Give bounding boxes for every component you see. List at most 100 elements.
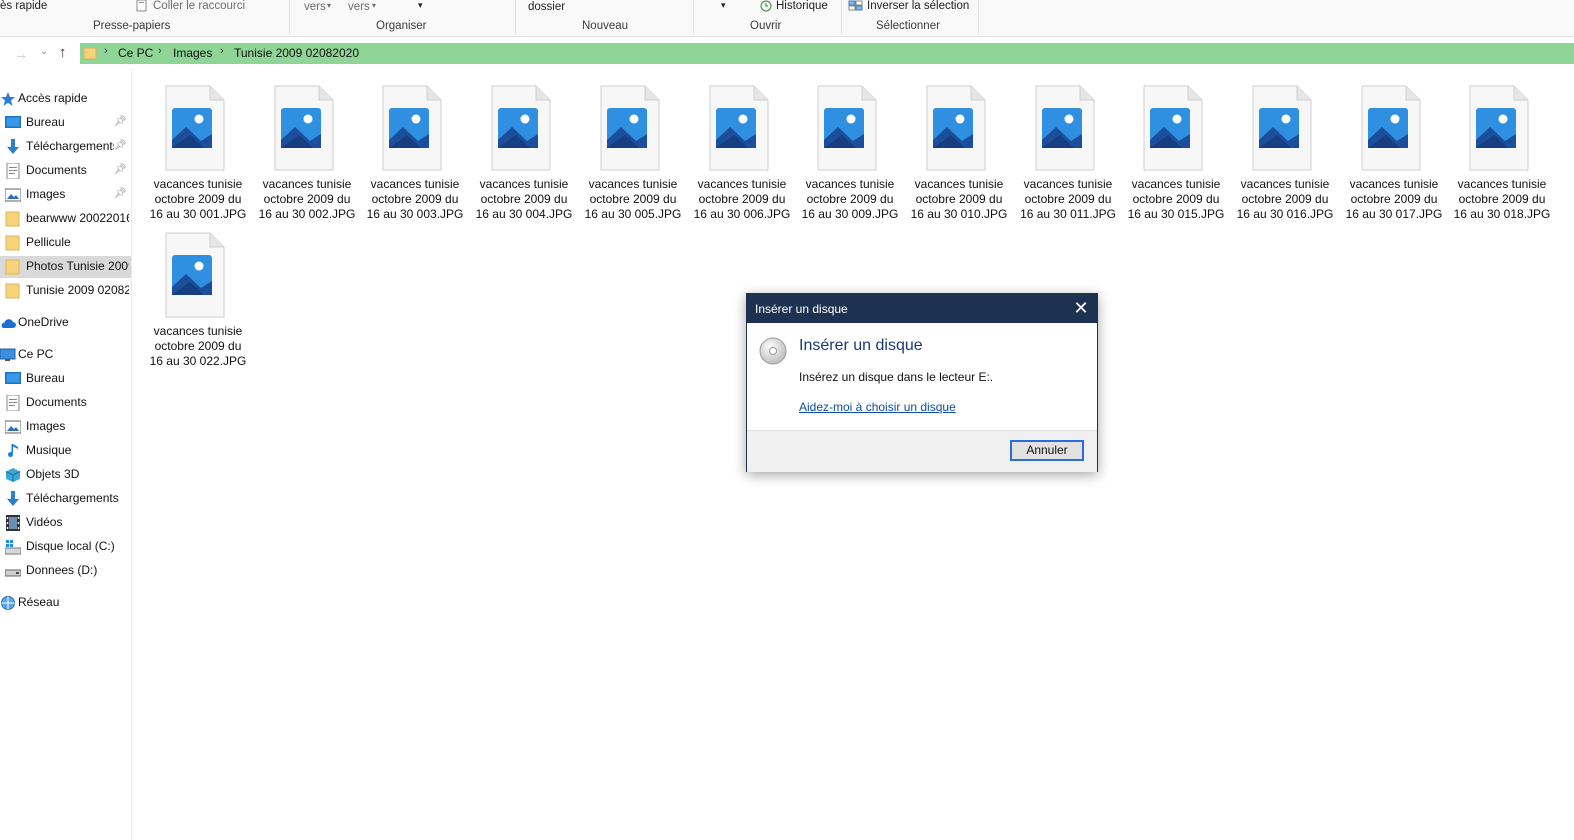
folder-icon xyxy=(84,47,97,60)
paste-shortcut-button[interactable]: Coller le raccourci xyxy=(153,0,245,12)
new-folder-button[interactable]: dossier xyxy=(528,1,565,13)
image-file-icon xyxy=(382,85,442,171)
quick-access-button[interactable]: ès rapide xyxy=(0,0,47,12)
file-name: vacances tunisie octobre 2009 du 16 au 3… xyxy=(258,177,356,221)
file-item[interactable]: vacances tunisie octobre 2009 du 16 au 3… xyxy=(800,85,900,225)
file-item[interactable]: vacances tunisie octobre 2009 du 16 au 3… xyxy=(1452,85,1552,225)
file-item[interactable]: vacances tunisie octobre 2009 du 16 au 3… xyxy=(1018,85,1118,225)
move-to-button[interactable]: vers xyxy=(304,1,326,13)
sidebar-item-images-pinned[interactable]: Images 📌︎ xyxy=(0,184,131,206)
image-file-icon xyxy=(817,85,877,171)
ribbon-divider xyxy=(515,0,516,34)
file-item[interactable]: vacances tunisie octobre 2009 du 16 au 3… xyxy=(692,85,792,225)
disc-icon xyxy=(759,337,787,365)
chevron-right-icon[interactable]: › xyxy=(158,45,162,57)
file-item[interactable]: vacances tunisie octobre 2009 du 16 au 3… xyxy=(1126,85,1226,225)
sidebar-item-folder-pellicule[interactable]: Pellicule xyxy=(0,232,131,254)
breadcrumb-images[interactable]: Images xyxy=(173,46,212,60)
sidebar-item-telechargements-pinned[interactable]: Téléchargements 📌︎ xyxy=(0,136,131,158)
chevron-down-icon[interactable]: ▾ xyxy=(721,0,726,11)
sidebar-item-quick-access[interactable]: Accès rapide xyxy=(0,88,131,110)
forward-arrow-icon[interactable]: → xyxy=(14,46,28,62)
invert-selection-button[interactable]: Inverser la sélection xyxy=(867,0,969,12)
sidebar-item-onedrive[interactable]: OneDrive xyxy=(0,312,131,334)
windows-drive-icon xyxy=(5,540,21,555)
file-name: vacances tunisie octobre 2009 du 16 au 3… xyxy=(1453,177,1551,221)
sidebar-item-label: Musique xyxy=(26,443,72,457)
sidebar-item-label: Documents xyxy=(26,163,87,177)
image-file-icon xyxy=(600,85,660,171)
image-file-icon xyxy=(709,85,769,171)
file-name: vacances tunisie octobre 2009 du 16 au 3… xyxy=(910,177,1008,221)
download-icon xyxy=(7,139,19,154)
sidebar-item-folder-tunisie-2009[interactable]: Tunisie 2009 02082020 xyxy=(0,280,131,302)
recent-locations-chevron-icon[interactable]: ⌄ xyxy=(40,46,48,57)
sidebar-item-label: Photos Tunisie 2009 xyxy=(26,259,129,273)
copy-to-button[interactable]: vers xyxy=(348,1,370,13)
close-icon[interactable]: ✕ xyxy=(1065,294,1097,323)
image-file-icon xyxy=(1361,85,1421,171)
sidebar-item-reseau[interactable]: Réseau xyxy=(0,592,131,614)
file-name: vacances tunisie octobre 2009 du 16 au 3… xyxy=(475,177,573,221)
file-name: vacances tunisie octobre 2009 du 16 au 3… xyxy=(693,177,791,221)
chevron-right-icon[interactable]: › xyxy=(220,45,224,57)
file-item[interactable]: vacances tunisie octobre 2009 du 16 au 3… xyxy=(365,85,465,225)
sidebar-item-label: Téléchargements xyxy=(26,491,119,505)
file-name: vacances tunisie octobre 2009 du 16 au 3… xyxy=(584,177,682,221)
dialog-titlebar[interactable]: Insérer un disque ✕ xyxy=(747,294,1097,323)
sidebar-item-videos[interactable]: Vidéos xyxy=(0,512,131,534)
network-icon xyxy=(1,596,15,610)
breadcrumb-current-folder[interactable]: Tunisie 2009 02082020 xyxy=(234,46,359,60)
file-name: vacances tunisie octobre 2009 du 16 au 3… xyxy=(1236,177,1334,221)
file-item[interactable]: vacances tunisie octobre 2009 du 16 au 3… xyxy=(583,85,683,225)
folder-icon xyxy=(5,259,20,275)
film-icon xyxy=(6,515,20,531)
sidebar-item-musique[interactable]: Musique xyxy=(0,440,131,462)
sidebar-item-documents-pinned[interactable]: Documents 📌︎ xyxy=(0,160,131,182)
file-item[interactable]: vacances tunisie octobre 2009 du 16 au 3… xyxy=(148,232,248,372)
image-file-icon xyxy=(274,85,334,171)
sidebar-item-images[interactable]: Images xyxy=(0,416,131,438)
chevron-down-icon[interactable]: ▾ xyxy=(418,0,423,11)
sidebar-item-donnees-d[interactable]: Donnees (D:) xyxy=(0,560,131,582)
file-item[interactable]: vacances tunisie octobre 2009 du 16 au 3… xyxy=(474,85,574,225)
sidebar-item-bureau-pinned[interactable]: Bureau 📌︎ xyxy=(0,112,131,134)
sidebar-item-folder-bearwww[interactable]: bearwww 20022016 xyxy=(0,208,131,230)
file-item[interactable]: vacances tunisie octobre 2009 du 16 au 3… xyxy=(1344,85,1444,225)
image-file-icon xyxy=(491,85,551,171)
sidebar-item-bureau[interactable]: Bureau xyxy=(0,368,131,390)
sidebar-item-documents[interactable]: Documents xyxy=(0,392,131,414)
file-item[interactable]: vacances tunisie octobre 2009 du 16 au 3… xyxy=(148,85,248,225)
up-arrow-icon[interactable]: ↑ xyxy=(59,44,67,61)
file-item[interactable]: vacances tunisie octobre 2009 du 16 au 3… xyxy=(257,85,357,225)
document-icon xyxy=(6,163,20,179)
desktop-icon xyxy=(5,372,21,384)
sidebar-item-disque-local-c[interactable]: Disque local (C:) xyxy=(0,536,131,558)
file-name: vacances tunisie octobre 2009 du 16 au 3… xyxy=(149,177,247,221)
image-file-icon xyxy=(165,232,225,318)
sidebar-item-folder-photos-tunisie[interactable]: Photos Tunisie 2009 xyxy=(0,256,131,278)
sidebar-item-objets-3d[interactable]: Objets 3D xyxy=(0,464,131,486)
sidebar-item-telechargements[interactable]: Téléchargements xyxy=(0,488,131,510)
computer-icon xyxy=(0,348,16,361)
sidebar-item-label: Bureau xyxy=(26,115,65,129)
image-file-icon xyxy=(1469,85,1529,171)
file-name: vacances tunisie octobre 2009 du 16 au 3… xyxy=(149,324,247,368)
breadcrumb-ce-pc[interactable]: Ce PC xyxy=(118,46,153,60)
cancel-button[interactable]: Annuler xyxy=(1010,440,1084,461)
sidebar-item-label: Bureau xyxy=(26,371,65,385)
sidebar-item-label: Ce PC xyxy=(18,347,54,361)
file-name: vacances tunisie octobre 2009 du 16 au 3… xyxy=(1127,177,1225,221)
ribbon-divider xyxy=(289,0,290,34)
chevron-right-icon[interactable]: › xyxy=(104,45,108,57)
file-item[interactable]: vacances tunisie octobre 2009 du 16 au 3… xyxy=(1235,85,1335,225)
navigation-pane: Accès rapide Bureau 📌︎ Téléchargements 📌… xyxy=(0,68,132,840)
star-icon xyxy=(1,92,15,106)
sidebar-item-ce-pc[interactable]: Ce PC xyxy=(0,344,131,366)
history-button[interactable]: Historique xyxy=(776,0,828,12)
file-item[interactable]: vacances tunisie octobre 2009 du 16 au 3… xyxy=(909,85,1009,225)
help-choose-disc-link[interactable]: Aidez-moi à choisir un disque xyxy=(799,400,956,414)
file-name: vacances tunisie octobre 2009 du 16 au 3… xyxy=(366,177,464,221)
sidebar-item-label: Objets 3D xyxy=(26,467,80,481)
sidebar-item-label: Accès rapide xyxy=(18,91,88,105)
